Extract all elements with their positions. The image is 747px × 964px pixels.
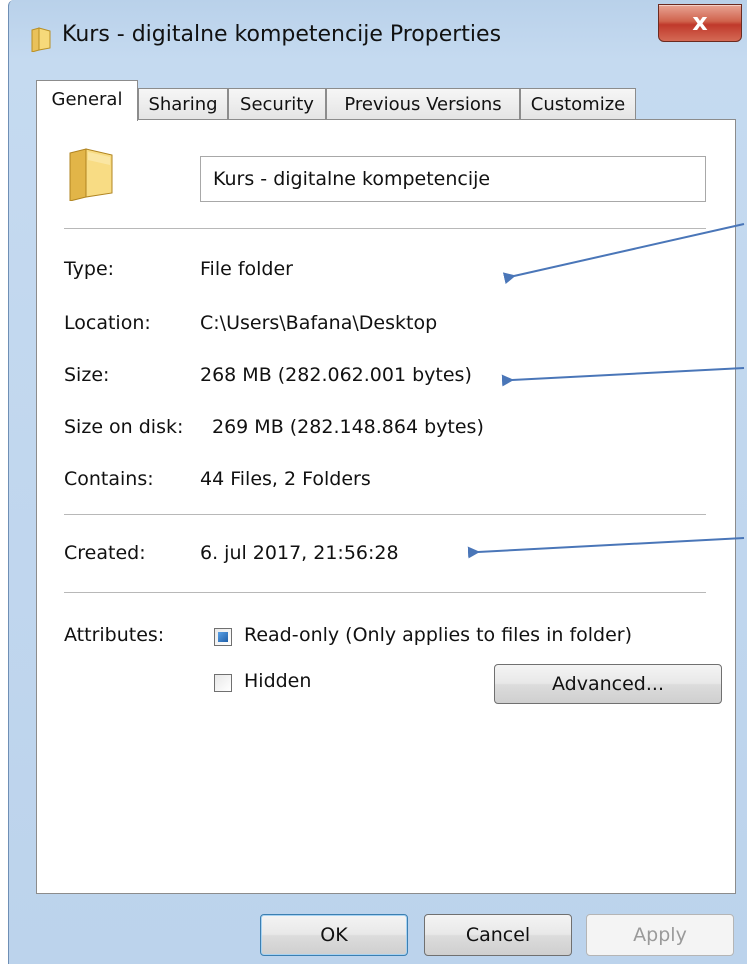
size-value: 268 MB (282.062.001 bytes)	[200, 364, 472, 386]
separator-top	[64, 228, 706, 229]
folder-large-icon	[69, 148, 113, 201]
location-label: Location:	[64, 312, 151, 334]
general-panel	[36, 119, 736, 894]
type-value: File folder	[200, 258, 293, 280]
separator-bottom	[64, 592, 706, 593]
created-label: Created:	[64, 542, 146, 564]
size-label: Size:	[64, 364, 110, 386]
tab-security[interactable]: Security	[228, 88, 326, 120]
tab-previous-versions[interactable]: Previous Versions	[326, 88, 520, 120]
tab-general[interactable]: General	[36, 80, 138, 121]
size-on-disk-label: Size on disk:	[64, 416, 184, 438]
read-only-label[interactable]: Read-only (Only applies to files in fold…	[244, 624, 632, 646]
cancel-button[interactable]: Cancel	[424, 914, 572, 956]
size-on-disk-value: 269 MB (282.148.864 bytes)	[212, 416, 484, 438]
contains-value: 44 Files, 2 Folders	[200, 468, 371, 490]
separator-middle	[64, 514, 706, 515]
close-icon: x	[692, 8, 708, 36]
ok-button[interactable]: OK	[260, 914, 408, 956]
type-label: Type:	[64, 258, 115, 280]
read-only-checkbox[interactable]	[214, 628, 232, 646]
advanced-button[interactable]: Advanced...	[494, 664, 722, 704]
created-value: 6. jul 2017, 21:56:28	[200, 542, 399, 564]
close-button[interactable]: x	[658, 4, 742, 42]
tab-sharing[interactable]: Sharing	[138, 88, 228, 120]
contains-label: Contains:	[64, 468, 154, 490]
location-value: C:\Users\Bafana\Desktop	[200, 312, 438, 334]
attributes-label: Attributes:	[64, 624, 165, 646]
folder-name-input[interactable]: Kurs - digitalne kompetencije	[200, 156, 706, 202]
hidden-checkbox[interactable]	[214, 674, 232, 692]
hidden-label[interactable]: Hidden	[244, 670, 311, 692]
apply-button[interactable]: Apply	[586, 914, 734, 956]
tab-customize[interactable]: Customize	[520, 88, 636, 120]
tab-strip: General Sharing Security Previous Versio…	[36, 80, 736, 121]
folder-icon	[31, 27, 51, 52]
window-title: Kurs - digitalne kompetencije Properties	[62, 22, 502, 47]
